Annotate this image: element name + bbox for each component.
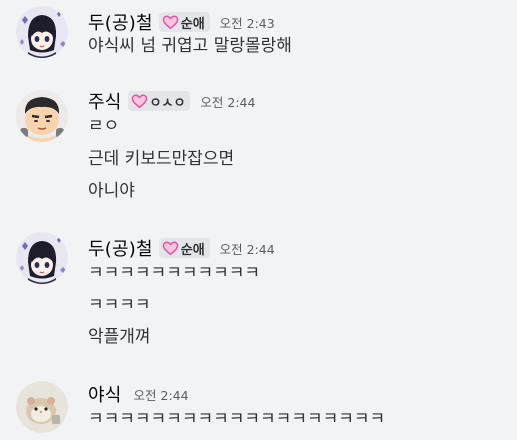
heart-icon: [131, 93, 147, 108]
role-tag-label: 순애: [180, 16, 205, 32]
chat-message-list: 두(공)철 순애 오전 2:43 야식씨 넘 귀엽고 말랑몰랑해 주식 ㅇㅅㅇ …: [0, 0, 517, 440]
message-header: 두(공)철 순애 오전 2:43: [88, 9, 275, 35]
hamster-avatar-icon: [16, 381, 68, 433]
role-tag[interactable]: 순애: [158, 238, 210, 258]
message-text: 야식씨 넘 귀엽고 말랑몰랑해: [88, 36, 292, 56]
username[interactable]: 주식: [88, 88, 122, 114]
avatar[interactable]: [16, 232, 68, 284]
message-text: ㅋㅋㅋㅋ: [88, 295, 151, 315]
role-tag-label: 순애: [180, 242, 205, 258]
message-text: 근데 키보드만잡으면: [88, 149, 235, 169]
avatar[interactable]: [16, 90, 68, 142]
avatar[interactable]: [16, 6, 68, 58]
role-tag[interactable]: 순애: [158, 12, 210, 32]
username[interactable]: 야식: [88, 381, 122, 407]
username[interactable]: 두(공)철: [88, 9, 153, 35]
message-text: ㅋㅋㅋㅋㅋㅋㅋㅋㅋㅋㅋ: [88, 263, 261, 283]
username[interactable]: 두(공)철: [88, 235, 153, 261]
message-text: ㄹㅇ: [88, 116, 120, 136]
message-header: 주식 ㅇㅅㅇ 오전 2:44: [88, 88, 255, 114]
message-header: 두(공)철 순애 오전 2:44: [88, 235, 275, 261]
timestamp: 오전 2:44: [200, 94, 256, 110]
message-header: 야식 오전 2:44: [88, 381, 189, 407]
role-tag-label: ㅇㅅㅇ: [149, 95, 186, 111]
timestamp: 오전 2:44: [219, 241, 275, 257]
avatar[interactable]: [16, 381, 68, 433]
role-tag[interactable]: ㅇㅅㅇ: [127, 91, 191, 111]
message-text: 악플개껴: [88, 327, 151, 347]
heart-icon: [162, 240, 179, 255]
anime-boy-avatar-icon: [16, 6, 68, 58]
anime-boy-avatar-icon: [16, 232, 68, 284]
timestamp: 오전 2:43: [219, 15, 275, 31]
cartoon-boy-avatar-icon: [16, 90, 68, 142]
timestamp: 오전 2:44: [133, 387, 189, 403]
message-text: ㅋㅋㅋㅋㅋㅋㅋㅋㅋㅋㅋㅋㅋㅋㅋㅋㅋㅋㅋ: [88, 409, 386, 429]
message-text: 아니야: [88, 181, 135, 201]
heart-icon: [162, 14, 179, 29]
